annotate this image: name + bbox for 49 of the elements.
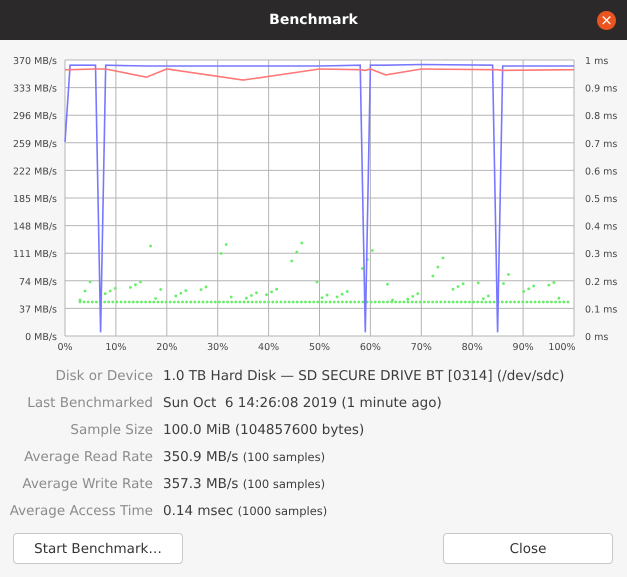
axis-label: 30% xyxy=(207,342,228,353)
detail-label: Average Access Time xyxy=(8,502,153,521)
detail-value: Sun Oct 6 14:26:08 2019 (1 minute ago) xyxy=(163,394,443,413)
axis-label: 1 ms xyxy=(585,56,608,67)
axis-label: 80% xyxy=(462,342,483,353)
axis-label: 0.3 ms xyxy=(585,249,618,260)
axis-label: 0.1 ms xyxy=(585,304,618,316)
axis-label: 185 MB/s xyxy=(12,194,57,205)
axis-label: 70% xyxy=(410,342,432,353)
axis-label: 10% xyxy=(105,342,126,353)
axis-label: 20% xyxy=(156,342,178,353)
axis-label: 74 MB/s xyxy=(19,276,57,288)
axis-label: 40% xyxy=(258,342,280,353)
detail-label: Last Benchmarked xyxy=(26,394,153,413)
axis-label: 0.7 ms xyxy=(585,138,618,150)
detail-value: 0.14 msec (1000 samples) xyxy=(163,502,328,521)
axis-label: 0 MB/s xyxy=(25,332,57,343)
axis-label: 60% xyxy=(360,342,381,353)
axis-label: 0% xyxy=(57,342,73,353)
axis-label: 0.6 ms xyxy=(585,166,618,178)
axis-label: 0 ms xyxy=(585,332,608,343)
axis-label: 111 MB/s xyxy=(12,249,57,260)
axis-label: 259 MB/s xyxy=(12,138,57,150)
axis-label: 333 MB/s xyxy=(12,84,57,95)
axis-label: 148 MB/s xyxy=(12,222,57,233)
axis-label: 0.8 ms xyxy=(585,111,618,122)
window-title: Benchmark xyxy=(269,12,358,28)
axis-label: 37 MB/s xyxy=(19,304,57,316)
close-dialog-button[interactable]: Close xyxy=(443,533,613,564)
axis-label: 370 MB/s xyxy=(12,56,57,67)
axis-label: 100% xyxy=(548,342,576,353)
axis-label: 296 MB/s xyxy=(12,111,57,122)
axis-label: 0.5 ms xyxy=(585,194,618,205)
axis-label: 50% xyxy=(308,342,330,353)
detail-label: Average Write Rate xyxy=(21,475,153,494)
axis-label: 0.9 ms xyxy=(585,84,618,95)
detail-value: 100.0 MiB (104857600 bytes) xyxy=(163,421,366,440)
detail-label: Disk or Device xyxy=(54,367,153,386)
axis-label: 90% xyxy=(512,342,534,353)
detail-label: Average Read Rate xyxy=(23,448,153,467)
start-benchmark-button[interactable]: Start Benchmark… xyxy=(13,533,183,564)
detail-value: 350.9 MB/s (100 samples) xyxy=(163,448,326,467)
axis-label: 222 MB/s xyxy=(12,166,57,178)
detail-value: 1.0 TB Hard Disk — SD SECURE DRIVE BT [0314] (/dev/sdc) xyxy=(163,367,566,386)
axis-label: 0.2 ms xyxy=(585,276,618,288)
axis-label: 0.4 ms xyxy=(585,222,618,233)
detail-label: Sample Size xyxy=(69,421,153,440)
detail-value: 357.3 MB/s (100 samples) xyxy=(163,475,326,494)
close-button[interactable]: × xyxy=(597,11,616,30)
